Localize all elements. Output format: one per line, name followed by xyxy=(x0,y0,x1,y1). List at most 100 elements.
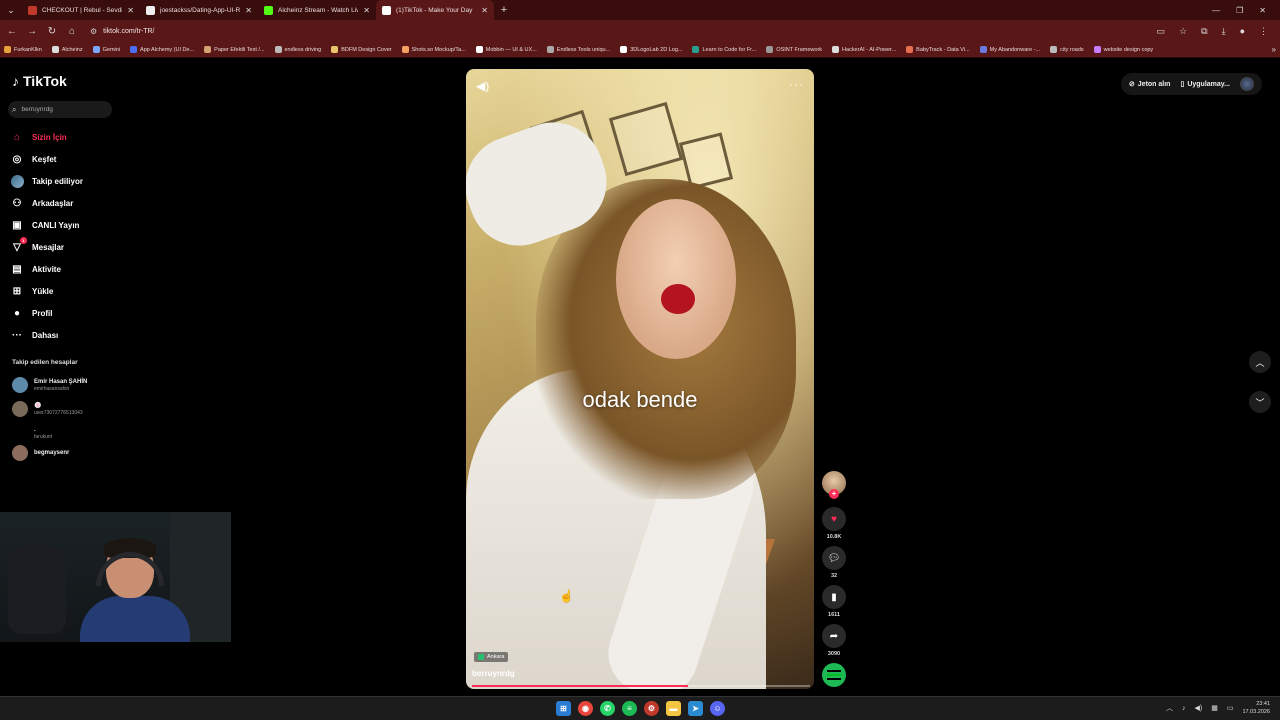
volume-icon[interactable]: ◀) xyxy=(476,79,489,93)
sidebar-item[interactable]: ··· Dahası xyxy=(10,324,120,346)
spotify-icon[interactable] xyxy=(822,663,846,687)
bookmark-star-icon[interactable]: ☆ xyxy=(1179,26,1187,37)
speaker-icon[interactable]: ◀) xyxy=(1195,704,1203,712)
get-app-button[interactable]: ▯ Uygulamay... xyxy=(1180,80,1230,89)
chrome-icon[interactable]: ◉ xyxy=(578,701,593,716)
bookmark-item[interactable]: endless driving xyxy=(274,46,321,53)
close-tab-icon[interactable]: ✕ xyxy=(363,6,370,15)
bookmark-item[interactable]: App Alchemy (UI De... xyxy=(130,46,194,53)
comment-button[interactable]: 💬︎ xyxy=(822,546,846,570)
microphone-icon[interactable]: ♪ xyxy=(1182,705,1186,712)
sidebar-item[interactable]: ⌂ Sizin İçin xyxy=(10,126,120,148)
site-info-icon[interactable]: ⚙ xyxy=(90,27,97,36)
save-button[interactable]: ▮ xyxy=(822,585,846,609)
followed-account[interactable]: Emir Hasan ŞAHİN emirhasansahin xyxy=(12,377,87,393)
sidebar-item[interactable]: ▣ CANLI Yayın xyxy=(10,214,120,236)
app-icon[interactable]: ⚙ xyxy=(644,701,659,716)
chevron-down-icon: ﹀ xyxy=(1255,397,1265,408)
video-more-icon[interactable]: ··· xyxy=(789,77,804,91)
bookmark-item[interactable]: Alcheinz xyxy=(51,46,83,53)
close-tab-icon[interactable]: ✕ xyxy=(127,6,134,15)
follow-plus-icon[interactable]: + xyxy=(829,489,839,499)
like-button[interactable]: ♥ xyxy=(822,507,846,531)
bookmark-item[interactable]: My Abandonware -... xyxy=(979,46,1040,53)
profile-browser-icon[interactable]: ● xyxy=(1240,26,1245,37)
bookmark-item[interactable]: Shots.so Mockup/Ta... xyxy=(401,46,466,53)
sidebar-item[interactable]: ▽ 1 Mesajlar xyxy=(10,236,120,258)
sidebar-item[interactable]: ⊞ Yükle xyxy=(10,280,120,302)
followed-account[interactable]: begmaysenr xyxy=(12,445,69,461)
extensions-icon[interactable]: ⧉ xyxy=(1201,26,1207,37)
user-avatar[interactable] xyxy=(1240,77,1254,91)
next-video-button[interactable]: ﹀ xyxy=(1249,391,1271,413)
video-username[interactable]: berruynrdg xyxy=(472,669,515,678)
browser-tab[interactable]: joestackss/Dating-App-UI-Rea ✕ xyxy=(140,0,258,20)
reload-icon[interactable]: ↻ xyxy=(46,26,58,37)
bookmark-item[interactable]: HackerAI - AI-Power... xyxy=(832,46,896,53)
bookmark-item[interactable]: BabyTrack - Data Vi... xyxy=(906,46,970,53)
bookmark-item[interactable]: BDFM Design Cover xyxy=(331,46,392,53)
previous-video-button[interactable]: ︿ xyxy=(1249,351,1271,373)
wifi-icon[interactable]: ▦ xyxy=(1211,704,1218,712)
bookmark-item[interactable]: website design copy xyxy=(1093,46,1153,53)
following-avatar xyxy=(10,174,24,188)
browser-tab[interactable]: Alcheinz Stream - Watch Live o ✕ xyxy=(258,0,376,20)
creator-avatar[interactable]: + xyxy=(822,471,846,499)
bookmark-item[interactable]: OSINT Framework xyxy=(766,46,822,53)
maximize-icon[interactable]: ❐ xyxy=(1236,6,1243,15)
sidebar-item[interactable]: ▤ Aktivite xyxy=(10,258,120,280)
back-icon[interactable]: ← xyxy=(6,26,18,37)
sidebar-item[interactable]: Takip ediliyor xyxy=(10,170,120,192)
browser-tab[interactable]: CHECKOUT | Rebul - Sevdiğiniz ✕ xyxy=(22,0,140,20)
start-windows-icon[interactable]: ⊞ xyxy=(556,701,571,716)
file-explorer-icon[interactable]: ▬ xyxy=(666,701,681,716)
tiktok-logo[interactable]: ♪ TikTok xyxy=(12,73,67,89)
followed-account[interactable]: . farukunt xyxy=(12,425,52,441)
new-tab-button[interactable]: + xyxy=(494,4,514,16)
sidebar-item[interactable]: ⚇ Arkadaşlar xyxy=(10,192,120,214)
close-window-icon[interactable]: ✕ xyxy=(1259,6,1266,15)
friends-icon: ⚇ xyxy=(12,197,22,209)
bookmark-item[interactable]: Learn to Code for Fr... xyxy=(692,46,756,53)
search-input[interactable]: ⌕ berruynrdg xyxy=(8,101,112,118)
bookmark-item[interactable]: Endless Tools uniqu... xyxy=(546,46,610,53)
bookmark-item[interactable]: Paper Efektli Text /... xyxy=(204,46,265,53)
bookmarks-more-icon[interactable]: » xyxy=(1272,45,1276,54)
download-icon[interactable]: ⤓ xyxy=(1222,26,1226,37)
get-coins-button[interactable]: ⊘ Jeton alın xyxy=(1129,80,1171,89)
close-tab-icon[interactable]: ✕ xyxy=(481,6,488,15)
close-tab-icon[interactable]: ✕ xyxy=(245,6,252,15)
bookmark-label: Paper Efektli Text /... xyxy=(214,46,265,53)
tab-favicon-icon xyxy=(28,5,37,15)
home-browser-icon[interactable]: ⌂ xyxy=(66,26,78,37)
account-avatar xyxy=(12,401,28,417)
browser-tab[interactable]: (1)TikTok - Make Your Day ✕ xyxy=(376,0,494,20)
bookmark-item[interactable]: 3DLogoLab 2D Log... xyxy=(620,46,682,53)
url-field[interactable]: ⚙ tiktok.com/tr-TR/ xyxy=(86,23,1149,39)
forward-icon[interactable]: → xyxy=(26,26,38,37)
sidebar-item[interactable]: ◎ Keşfet xyxy=(10,148,120,170)
bookmark-item[interactable]: Mobbin — UI & UX... xyxy=(475,46,537,53)
telegram-icon[interactable]: ➤ xyxy=(688,701,703,716)
sidebar-item[interactable]: ● Profil xyxy=(10,302,120,324)
whatsapp-icon[interactable]: ✆ xyxy=(600,701,615,716)
browser-menu-icon[interactable]: ⋮ xyxy=(1259,26,1268,37)
cast-icon[interactable]: ▭ xyxy=(1157,26,1166,37)
spotify-taskbar-icon[interactable]: ≡ xyxy=(622,701,637,716)
tray-chevron-icon[interactable]: ︿ xyxy=(1166,703,1173,713)
location-tag[interactable]: Ankara xyxy=(474,652,509,662)
share-button[interactable]: ➦ xyxy=(822,624,846,648)
tab-strip: CHECKOUT | Rebul - Sevdiğiniz✕joestackss… xyxy=(22,0,494,20)
bookmark-item[interactable]: Gemini xyxy=(92,46,120,53)
browser-toolbar-right: ▭ ☆ ⧉ ⤓ ● ⋮ xyxy=(1157,26,1274,37)
minimize-icon[interactable]: — xyxy=(1212,6,1220,15)
tab-search-icon[interactable]: ⌄ xyxy=(0,5,22,16)
battery-icon[interactable]: ▭ xyxy=(1227,704,1234,712)
video-player[interactable]: odak bende ◀) ··· Ankara berruynrdg ☝ xyxy=(466,69,814,689)
system-clock[interactable]: 23:41 17.03.2026 xyxy=(1242,700,1270,716)
video-progress-bar[interactable] xyxy=(472,685,810,687)
bookmark-item[interactable]: FurkanKlkn xyxy=(4,46,42,53)
followed-account[interactable]: 🍥 user73072776513043 xyxy=(12,401,83,417)
bookmark-item[interactable]: city roads xyxy=(1050,46,1084,53)
discord-icon[interactable]: ☺ xyxy=(710,701,725,716)
